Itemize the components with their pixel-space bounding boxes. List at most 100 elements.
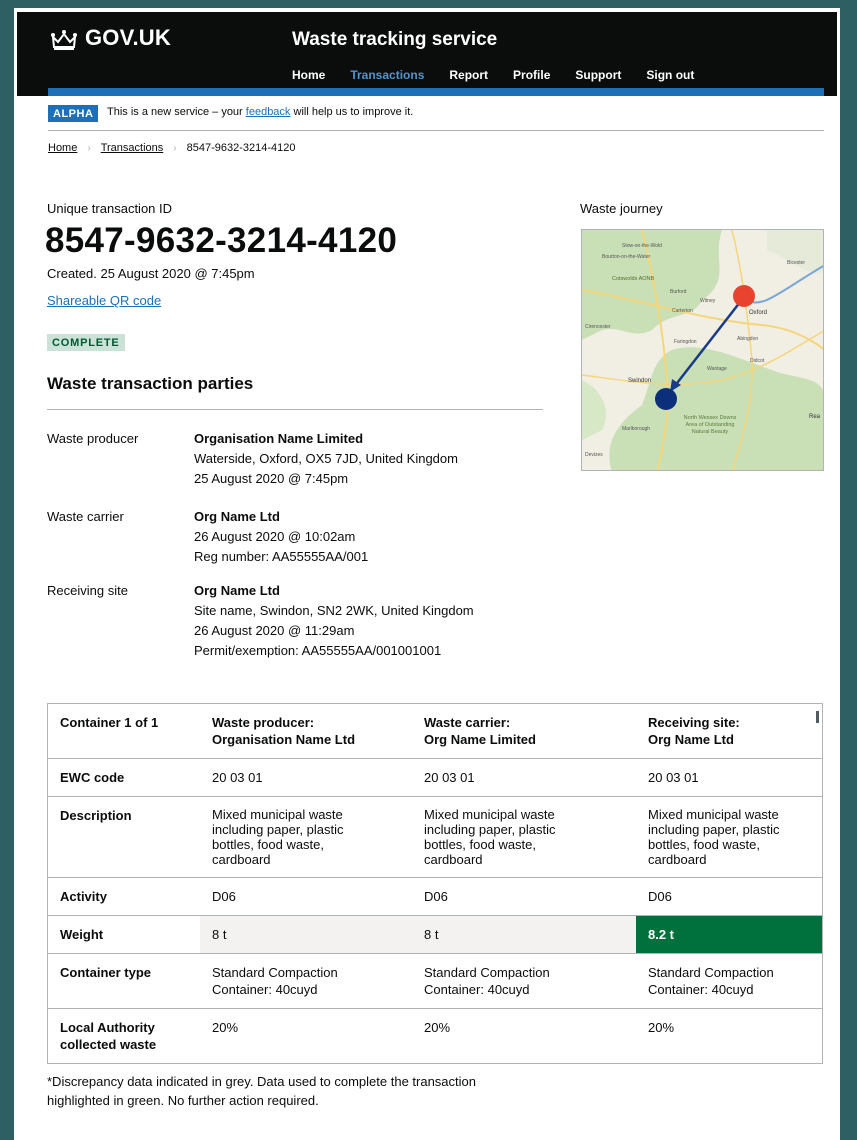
header-org: Org Name Ltd [648,732,734,747]
map-place: Bourton-on-the-Water [602,254,651,260]
nav-home[interactable]: Home [292,68,325,82]
container-comparison-table: Container 1 of 1 Waste producer: Organisa… [47,703,823,1064]
breadcrumb: Home › Transactions › 8547-9632-3214-412… [48,142,295,154]
party-name: Organisation Name Limited [194,431,364,446]
waste-journey-map[interactable]: Stow-on-the-Wold Bourton-on-the-Water Co… [581,229,824,471]
map-place: Rea [809,414,821,420]
party-receiving-site: Receiving site Org Name Ltd Site name, S… [47,581,547,661]
header-role: Waste carrier: [424,715,511,730]
header-org: Organisation Name Ltd [212,732,356,747]
table-cell: Standard Compaction Container: 40cuyd [648,965,774,997]
phase-tag: ALPHA [48,105,99,122]
chevron-right-icon: › [87,142,91,154]
breadcrumb-home[interactable]: Home [48,142,77,154]
table-row-header: Activity [60,889,107,904]
govuk-logo[interactable]: GOV.UK [85,25,171,51]
party-line: Reg number: AA55555AA/001 [194,549,369,564]
breadcrumb-transactions[interactable]: Transactions [101,142,164,154]
service-name[interactable]: Waste tracking service [292,29,497,51]
table-header-row: Container 1 of 1 Waste producer: Organisa… [48,704,822,759]
transaction-id-label: Unique transaction ID [47,201,173,216]
map-place: Witney [700,298,716,304]
table-cell: Mixed municipal waste including paper, p… [212,807,344,867]
table-row: Local Authority collected waste 20% 20% … [48,1009,822,1063]
table-row: EWC code 20 03 01 20 03 01 20 03 01 [48,759,822,797]
created-date: Created. 25 August 2020 @ 7:45pm [47,266,255,281]
map-place: Didcot [750,358,765,364]
destination-marker [655,388,677,410]
party-details: Organisation Name Limited Waterside, Oxf… [194,429,554,489]
breadcrumb-current: 8547-9632-3214-4120 [186,142,296,154]
used-value-cell: 8.2 t [636,916,822,953]
table-cell: Mixed municipal waste including paper, p… [424,807,556,867]
map-place: Faringdon [674,339,697,345]
table-cell: 20% [212,1020,239,1035]
phase-banner: ALPHA This is a new service – your feedb… [48,105,824,131]
table-cell: 20% [648,1020,675,1035]
table-header-cell: Receiving site: Org Name Ltd [636,704,822,758]
party-details: Org Name Ltd Site name, Swindon, SN2 2WK… [194,581,554,661]
party-label: Receiving site [47,583,128,598]
party-label: Waste carrier [47,509,124,524]
party-details: Org Name Ltd 26 August 2020 @ 10:02am Re… [194,507,554,567]
header-role: Waste producer: [212,715,315,730]
footnote: *Discrepancy data indicated in grey. Dat… [47,1074,476,1108]
table-row: Description Mixed municipal waste includ… [48,797,822,878]
header-role: Receiving site: [648,715,740,730]
table-cell: D06 [648,889,672,904]
table-row-header: EWC code [60,770,125,785]
table-row-header: Container type [60,965,152,980]
table-row: Container type Standard Compaction Conta… [48,954,822,1009]
map-canvas: Stow-on-the-Wold Bourton-on-the-Water Co… [582,230,823,470]
nav-report[interactable]: Report [449,68,488,82]
qr-code-link[interactable]: Shareable QR code [47,293,161,308]
table-header-cell: Waste producer: Organisation Name Ltd [200,704,412,758]
table-cell: Standard Compaction Container: 40cuyd [424,965,550,997]
map-place: Stow-on-the-Wold [622,243,662,249]
map-place: Devizes [585,452,603,458]
divider [47,409,543,410]
party-name: Org Name Ltd [194,583,280,598]
table-row-header: Description [60,808,132,823]
table-cell: 20 03 01 [424,770,475,785]
feedback-link[interactable]: feedback [246,106,291,118]
nav-transactions[interactable]: Transactions [350,68,424,82]
table-cell: Standard Compaction Container: 40cuyd [212,965,338,997]
scrollbar-thumb[interactable] [816,711,819,723]
table-row-header: Local Authority collected waste [60,1020,157,1052]
discrepancy-cell: 8 t [200,916,412,953]
phase-text-after: will help us to improve it. [290,106,414,118]
map-place: Bicester [787,260,805,266]
map-label: Waste journey [580,201,663,216]
table-cell: Mixed municipal waste including paper, p… [648,807,780,867]
map-place: Wantage [707,366,727,372]
party-line: Waterside, Oxford, OX5 7JD, United Kingd… [194,451,458,466]
map-place: Marlborough [622,426,650,432]
party-label: Waste producer [47,431,139,446]
table-row-header: Weight [60,927,104,942]
party-name: Org Name Ltd [194,509,280,524]
nav-profile[interactable]: Profile [513,68,550,82]
header-org: Org Name Limited [424,732,536,747]
map-place: Burford [670,289,687,295]
table-header-cell: Waste carrier: Org Name Limited [412,704,636,758]
map-place: Swindon [628,378,651,384]
nav-support[interactable]: Support [575,68,621,82]
discrepancy-cell: 8 t [412,916,636,953]
table-row: Weight 8 t 8 t 8.2 t [48,916,822,954]
table-cell: 20% [424,1020,451,1035]
map-place: Carterton [672,308,693,314]
page: GOV.UK Waste tracking service Home Trans… [14,8,840,1140]
table-header-cell: Container 1 of 1 [60,715,159,730]
nav-sign-out[interactable]: Sign out [646,68,694,82]
main-nav: Home Transactions Report Profile Support… [292,68,719,82]
party-line: Permit/exemption: AA55555AA/001001001 [194,643,442,658]
header-accent-bar [48,88,824,96]
party-line: 26 August 2020 @ 10:02am [194,529,356,544]
map-place: Oxford [749,310,767,316]
phase-text-before: This is a new service – your [107,106,246,118]
party-line: Site name, Swindon, SN2 2WK, United King… [194,603,474,618]
table-cell: D06 [212,889,236,904]
crown-icon [51,30,77,50]
status-badge: COMPLETE [47,334,125,351]
